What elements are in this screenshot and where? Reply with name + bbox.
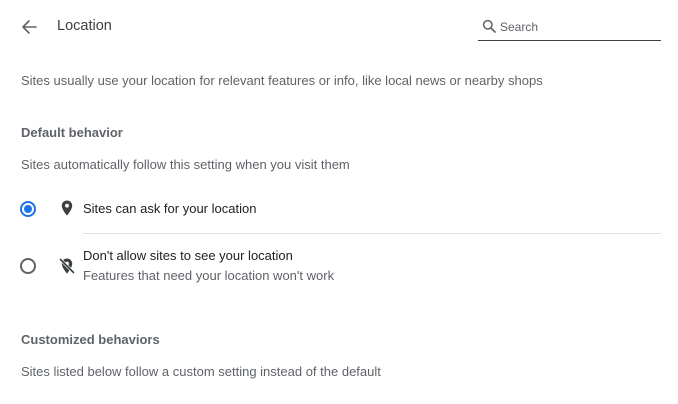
option-label: Don't allow sites to see your location <box>83 248 293 263</box>
location-off-icon <box>59 258 75 274</box>
default-behavior-heading: Default behavior <box>21 125 123 140</box>
search-icon <box>482 19 496 33</box>
location-pin-icon <box>61 200 73 216</box>
back-button[interactable] <box>16 14 42 40</box>
customized-behaviors-subtitle: Sites listed below follow a custom setti… <box>21 364 381 379</box>
radio-ask-location[interactable] <box>20 201 36 217</box>
location-settings-page: Location Sites usually use your location… <box>0 0 678 404</box>
customized-behaviors-heading: Customized behaviors <box>21 332 160 347</box>
search-input[interactable] <box>500 17 655 37</box>
option-block-location[interactable]: Don't allow sites to see your location F… <box>0 234 678 290</box>
default-behavior-subtitle: Sites automatically follow this setting … <box>21 157 350 172</box>
arrow-back-icon <box>22 20 37 34</box>
option-ask-location[interactable]: Sites can ask for your location <box>0 188 678 232</box>
option-sublabel: Features that need your location won't w… <box>83 268 335 283</box>
radio-block-location[interactable] <box>20 258 36 274</box>
search-field[interactable] <box>478 14 661 41</box>
page-title: Location <box>57 18 112 34</box>
page-header: Location <box>0 0 678 56</box>
page-description: Sites usually use your location for rele… <box>21 73 543 88</box>
option-label: Sites can ask for your location <box>83 201 257 216</box>
